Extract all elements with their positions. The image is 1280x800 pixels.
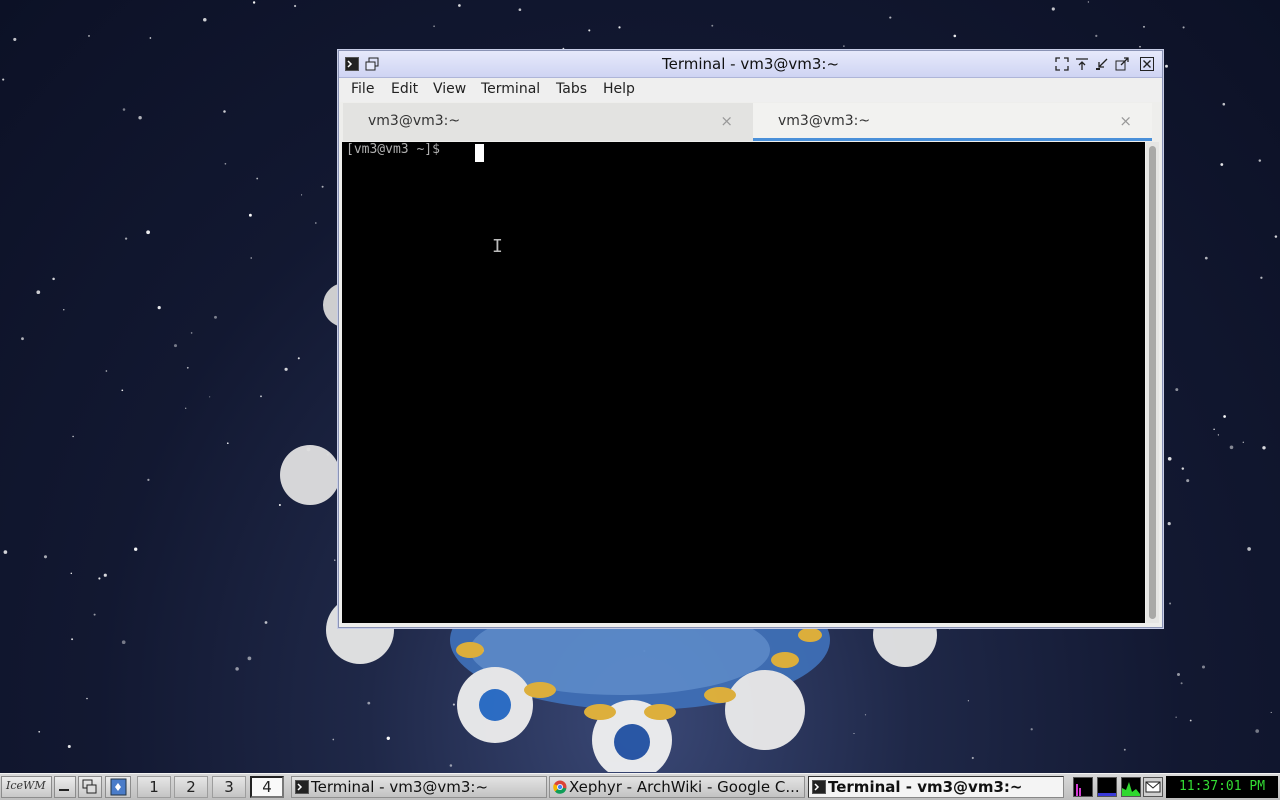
window-list-icon bbox=[82, 779, 97, 794]
tab-label: vm3@vm3:~ bbox=[778, 113, 871, 129]
menu-terminal[interactable]: Terminal bbox=[481, 81, 540, 97]
task-terminal-2-active[interactable]: Terminal - vm3@vm3:~ bbox=[808, 776, 1064, 798]
show-desktop-button[interactable] bbox=[54, 776, 76, 798]
terminal-scrollbar[interactable] bbox=[1146, 142, 1159, 623]
shell-prompt: [vm3@vm3 ~]$ bbox=[346, 142, 448, 157]
task-terminal-1[interactable]: Terminal - vm3@vm3:~ bbox=[291, 776, 547, 798]
desktop: Terminal - vm3@vm3:~ File Edit View Term… bbox=[0, 0, 1280, 800]
show-desktop-icon bbox=[59, 789, 69, 791]
close-icon[interactable] bbox=[1140, 57, 1154, 71]
tab-close-icon[interactable]: × bbox=[720, 112, 733, 130]
launcher-icon bbox=[110, 778, 127, 796]
rollup-icon[interactable] bbox=[1075, 57, 1089, 71]
mail-icon[interactable] bbox=[1143, 777, 1163, 797]
tab-bar: vm3@vm3:~ × vm3@vm3:~ × bbox=[343, 103, 1152, 141]
workspace-2-button[interactable]: 2 bbox=[174, 776, 208, 798]
tab-label: vm3@vm3:~ bbox=[368, 113, 461, 129]
cpu-monitor-icon[interactable] bbox=[1073, 777, 1093, 797]
minimize-icon[interactable] bbox=[1095, 57, 1109, 71]
window-title: Terminal - vm3@vm3:~ bbox=[661, 55, 840, 73]
app-launcher-button[interactable] bbox=[105, 776, 131, 798]
task-label: Terminal - vm3@vm3:~ bbox=[828, 778, 1023, 796]
terminal-icon bbox=[812, 780, 826, 794]
workspace-1-button[interactable]: 1 bbox=[137, 776, 171, 798]
mouse-ibeam-icon: I bbox=[492, 236, 503, 257]
fullscreen-icon[interactable] bbox=[1055, 57, 1069, 71]
terminal-output[interactable]: [vm3@vm3 ~]$ I bbox=[342, 142, 1145, 623]
start-menu-label: IceWM bbox=[6, 779, 46, 792]
network-monitor-icon[interactable] bbox=[1121, 777, 1141, 797]
tab-close-icon[interactable]: × bbox=[1119, 112, 1132, 130]
tab-terminal-2[interactable]: vm3@vm3:~ × bbox=[753, 103, 1152, 141]
task-xephyr-chrome[interactable]: Xephyr - ArchWiki - Google C... bbox=[549, 776, 805, 798]
menu-view[interactable]: View bbox=[433, 81, 466, 97]
scrollbar-thumb[interactable] bbox=[1149, 146, 1156, 619]
menu-file[interactable]: File bbox=[351, 81, 374, 97]
menu-edit[interactable]: Edit bbox=[391, 81, 418, 97]
task-label: Terminal - vm3@vm3:~ bbox=[311, 778, 489, 796]
taskbar: IceWM 1 2 3 4 Terminal - vm3@vm3:~ Xephy… bbox=[0, 773, 1280, 800]
workspace-3-button[interactable]: 3 bbox=[212, 776, 246, 798]
tab-terminal-1[interactable]: vm3@vm3:~ × bbox=[343, 103, 753, 141]
menu-help[interactable]: Help bbox=[603, 81, 635, 97]
terminal-icon bbox=[295, 780, 309, 794]
window-list-button[interactable] bbox=[78, 776, 102, 798]
maximize-icon[interactable] bbox=[1115, 57, 1129, 71]
menu-tabs[interactable]: Tabs bbox=[556, 81, 587, 97]
window-titlebar[interactable]: Terminal - vm3@vm3:~ bbox=[339, 51, 1162, 78]
start-menu-button[interactable]: IceWM bbox=[1, 776, 52, 798]
text-cursor bbox=[475, 144, 484, 162]
chrome-icon bbox=[553, 780, 567, 794]
workspace-4-button[interactable]: 4 bbox=[250, 776, 284, 798]
memory-monitor-icon[interactable] bbox=[1097, 777, 1117, 797]
terminal-window[interactable]: Terminal - vm3@vm3:~ File Edit View Term… bbox=[338, 50, 1163, 628]
clock[interactable]: 11:37:01 PM bbox=[1166, 776, 1278, 798]
task-label: Xephyr - ArchWiki - Google C... bbox=[569, 778, 800, 796]
menubar: File Edit View Terminal Tabs Help bbox=[339, 78, 1162, 102]
